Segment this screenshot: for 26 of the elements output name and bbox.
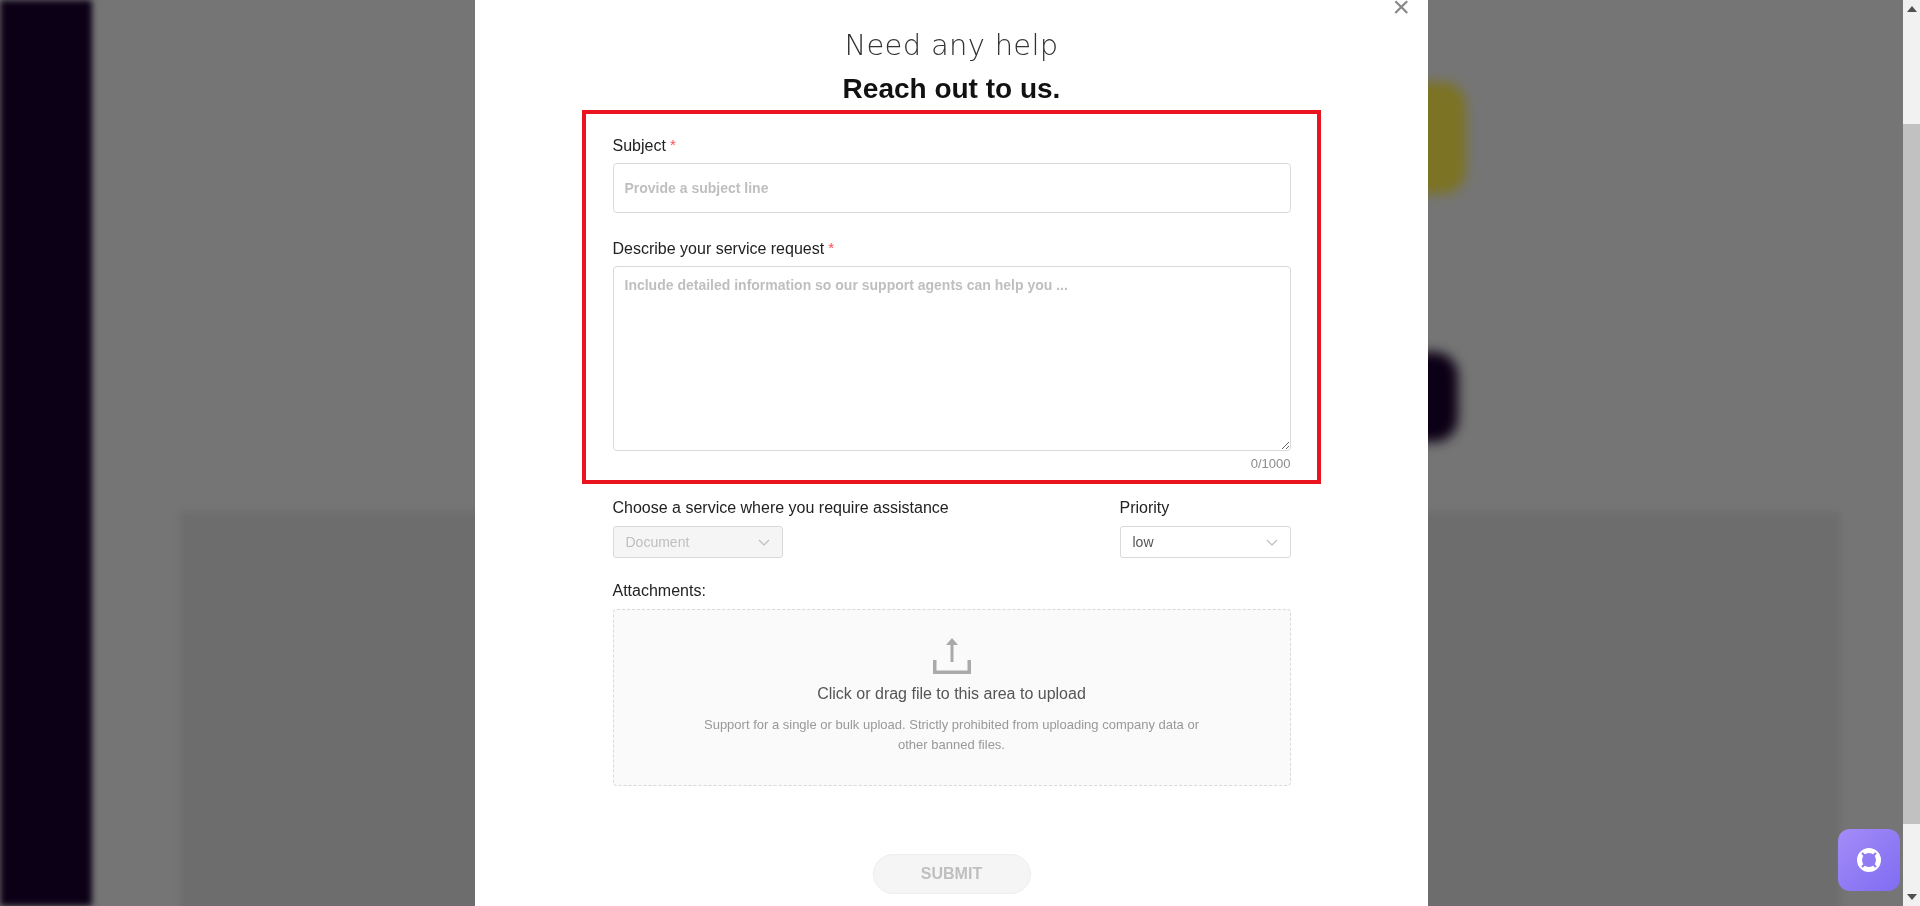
scroll-down-icon[interactable] [1906,894,1917,900]
field-label: Attachments: [612,581,707,601]
scrollbar-thumb[interactable] [1903,124,1920,824]
field-label: Choose a service where you require assistance [612,498,949,518]
help-button[interactable] [1838,829,1900,891]
dialog-title: Need any help [844,27,1059,62]
lifebuoy-icon [1856,847,1882,873]
upload-icon [930,636,973,676]
field-label: Describe your service request [612,239,825,259]
priority-select[interactable]: low [1119,526,1291,558]
dialog-heading: Reach out to us. [842,72,1061,106]
upload-title: Click or drag file to this area to upload [817,684,1086,704]
required-mark: * [669,136,676,155]
subject-field[interactable]: Provide a subject line [612,163,1291,213]
field-label: Priority [1119,498,1171,518]
chevron-icon [1265,538,1278,546]
required-mark: * [828,239,834,258]
upload-hint: Support for a single or bulk upload. Strictly prohibited from uploading company data or other banned files. [703,716,1200,754]
request-field[interactable]: Include detailed information so our support agents can help you ... [612,266,1291,451]
character-counter: 0/1000 [1249,455,1291,473]
close-button[interactable]: × [1388,0,1414,22]
chevron-icon [757,538,770,546]
scroll-up-icon[interactable] [1906,6,1917,12]
upload-dropzone[interactable]: Click or drag file to this area to upload Support for a single or bulk upload. Strictly prohibited from uploading company data or other banned files. [612,609,1291,786]
scrollbar[interactable] [1903,0,1920,906]
field-label: Subject [612,136,666,156]
